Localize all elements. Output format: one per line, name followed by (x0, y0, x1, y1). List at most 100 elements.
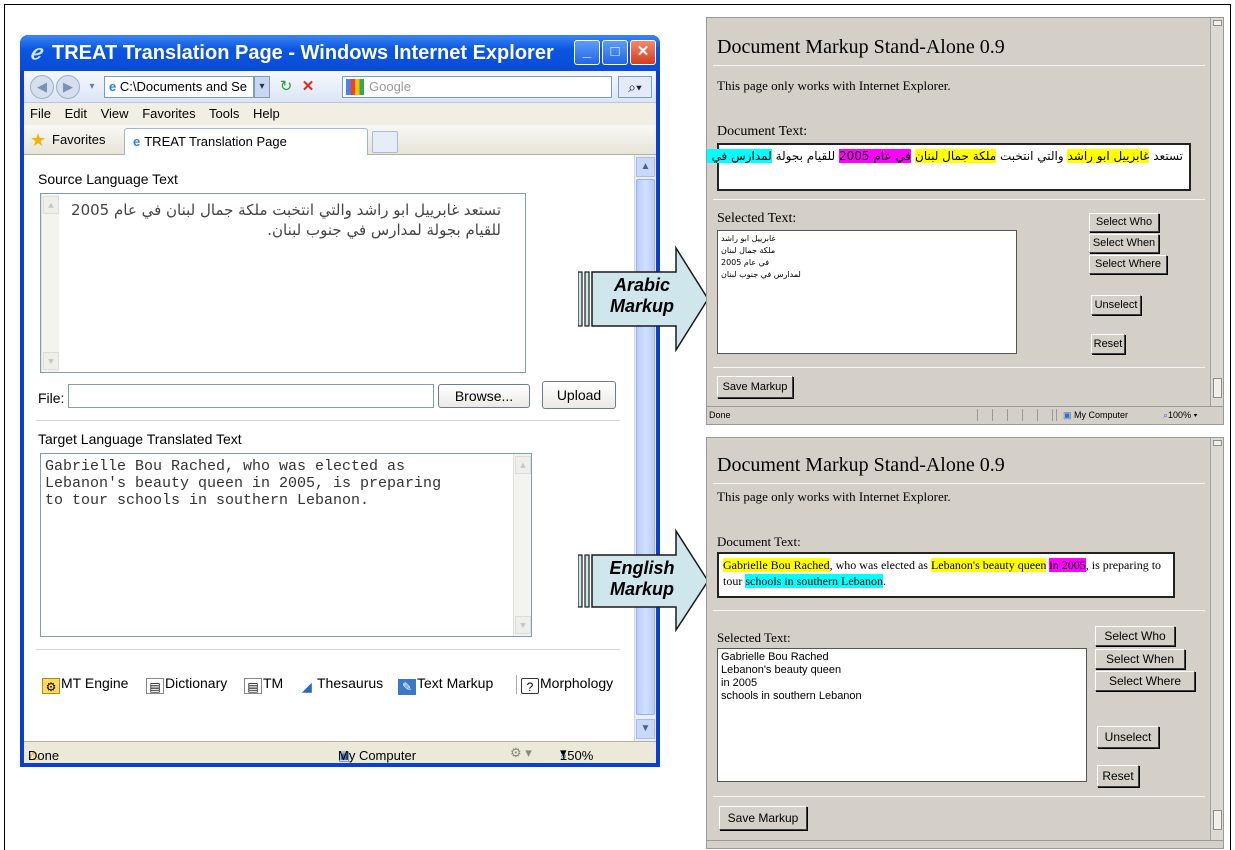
tool-label: MT Engine (61, 675, 129, 691)
target-text: Gabrielle Bou Rached, who was elected as… (45, 458, 442, 509)
menu-edit[interactable]: Edit (65, 106, 87, 121)
divider (713, 796, 1205, 797)
selected-item[interactable]: ملكة جمال لبنان (721, 245, 1013, 257)
close-button[interactable]: ✕ (630, 40, 656, 65)
panel-zoom-level: 100% (1168, 410, 1192, 420)
select-where-button[interactable]: Select Where (1089, 255, 1167, 274)
selected-text-label: Selected Text: (717, 211, 797, 226)
zoom-control[interactable]: ⌕ 150% ▾ (560, 745, 593, 763)
select-when-button[interactable]: Select When (1095, 649, 1185, 669)
ie-window: ℯ TREAT Translation Page - Windows Intern… (20, 35, 660, 767)
thesaurus-tool[interactable]: ◢ Thesaurus (298, 675, 383, 695)
search-icon[interactable]: ⌕▾ (618, 76, 652, 98)
address-input[interactable]: e C:\Documents and Se (104, 76, 254, 98)
panel-zoom[interactable]: ⌕100% ▾ (1163, 410, 1197, 421)
selected-text-label: Selected Text: (717, 630, 791, 645)
menu-file[interactable]: File (30, 106, 51, 121)
arabic-markup-panel: Document Markup Stand-Alone 0.9 This pag… (706, 17, 1224, 425)
ie-notice: This page only works with Internet Explo… (717, 489, 951, 504)
scroll-up-icon[interactable] (1213, 20, 1222, 26)
text-segment: للقيام بجولة (771, 149, 839, 163)
scroll-down-icon[interactable]: ▼ (515, 616, 531, 634)
document-text-box[interactable]: تستعد غابرييل ابو راشد والتي انتخبت ملكة… (707, 143, 1191, 191)
nav-dropdown-icon[interactable]: ▾ (82, 77, 102, 97)
protected-mode-icon[interactable]: ⚙ ▾ (510, 745, 532, 761)
tm-tool[interactable]: ▤ TM (244, 675, 283, 694)
search-input[interactable]: Google (342, 76, 612, 98)
document-text-box[interactable]: Gabrielle Bou Rached, who was elected as… (717, 552, 1175, 598)
panel-status-bar (707, 840, 1223, 848)
page-scrollbar[interactable]: ▲ ▼ (634, 155, 656, 741)
panel-scrollbar[interactable] (1210, 438, 1223, 848)
scroll-up-icon[interactable]: ▲ (515, 456, 531, 474)
save-markup-button[interactable]: Save Markup (719, 806, 807, 830)
reset-button[interactable]: Reset (1091, 334, 1125, 354)
text-markup-tool[interactable]: ✎ Text Markup (398, 675, 493, 695)
zoom-level: 150% (560, 748, 594, 763)
tm-icon: ▤ (244, 678, 262, 694)
new-tab-button[interactable] (372, 131, 398, 153)
minimize-button[interactable]: _ (574, 40, 600, 65)
arrow-line1: Arabic (613, 275, 671, 295)
mt-engine-tool[interactable]: ⚙ MT Engine (42, 675, 128, 694)
scroll-up-icon[interactable]: ▲ (636, 157, 655, 177)
selected-item[interactable]: غابرييل ابو راشد (721, 233, 1013, 245)
panel-scrollbar[interactable] (1210, 18, 1223, 406)
tab-treat[interactable]: e TREAT Translation Page (124, 128, 368, 155)
stop-icon[interactable]: ✕ (298, 77, 318, 97)
arrow-line1: English (609, 558, 675, 578)
selected-text-box[interactable]: غابرييل ابو راشد ملكة جمال لبنان في عام 20… (717, 230, 1017, 354)
select-who-button[interactable]: Select Who (1089, 213, 1159, 232)
morphology-tool[interactable]: ? Morphology (516, 675, 613, 694)
target-textarea[interactable]: Gabrielle Bou Rached, who was elected as… (40, 453, 532, 637)
highlighted-segment: لمدارس في جنوب لبنان (707, 149, 772, 163)
selected-text-box[interactable]: Gabrielle Bou Rached Lebanon's beauty que… (717, 648, 1087, 782)
panel-status-zone: ▣ My Computer (1063, 410, 1128, 421)
file-path-input[interactable] (68, 384, 434, 408)
menu-help[interactable]: Help (253, 106, 280, 121)
scroll-down-icon[interactable]: ▼ (43, 352, 59, 370)
target-scrollbar[interactable]: ▲ ▼ (513, 454, 531, 636)
menu-view[interactable]: View (101, 106, 129, 121)
divider (713, 483, 1205, 484)
upload-button[interactable]: Upload (542, 381, 616, 409)
menu-favorites[interactable]: Favorites (142, 106, 195, 121)
refresh-icon[interactable]: ↻ (276, 77, 296, 97)
scroll-up-icon[interactable]: ▲ (43, 196, 59, 214)
dictionary-tool[interactable]: ▤ Dictionary (146, 675, 227, 694)
browse-button[interactable]: Browse... (438, 384, 530, 408)
favorites-button[interactable]: Favorites (52, 132, 105, 147)
address-bar: ◀ ▶ ▾ e C:\Documents and Se ▾ ↻ ✕ Google… (24, 71, 656, 103)
reset-button[interactable]: Reset (1097, 765, 1139, 787)
tool-label: Morphology (540, 675, 614, 691)
source-textarea[interactable]: تستعد غابرييل ابو راشد والتي انتخبت ملكة… (40, 193, 526, 373)
selected-item[interactable]: في عام 2005 (721, 257, 1013, 269)
scroll-up-icon[interactable] (1213, 440, 1222, 446)
highlighted-segment: schools in southern Lebanon (745, 574, 883, 588)
highlighted-segment: in 2005 (1049, 558, 1086, 572)
page-icon: e (109, 79, 117, 94)
mt-engine-icon: ⚙ (42, 678, 60, 694)
favorites-bar: ★ Favorites e TREAT Translation Page (24, 125, 656, 155)
selected-item[interactable]: in 2005 (721, 677, 1083, 690)
scroll-thumb[interactable] (1213, 810, 1222, 830)
maximize-button[interactable]: □ (602, 40, 628, 65)
forward-icon[interactable]: ▶ (56, 75, 80, 99)
selected-item[interactable]: Gabrielle Bou Rached (721, 651, 1083, 664)
selected-item[interactable]: لمدارس في جنوب لبنان (721, 269, 1013, 281)
ie-body: ◀ ▶ ▾ e C:\Documents and Se ▾ ↻ ✕ Google… (24, 71, 656, 763)
address-dropdown-icon[interactable]: ▾ (254, 76, 270, 98)
select-who-button[interactable]: Select Who (1095, 626, 1175, 646)
selected-item[interactable]: schools in southern Lebanon (721, 690, 1083, 703)
menu-tools[interactable]: Tools (209, 106, 239, 121)
selected-item[interactable]: Lebanon's beauty queen (721, 664, 1083, 677)
back-icon[interactable]: ◀ (30, 75, 54, 99)
save-markup-button[interactable]: Save Markup (717, 376, 793, 398)
select-where-button[interactable]: Select Where (1095, 671, 1195, 691)
source-scrollbar[interactable]: ▲ ▼ (41, 194, 59, 372)
unselect-button[interactable]: Unselect (1097, 726, 1159, 748)
scroll-down-icon[interactable]: ▼ (636, 719, 655, 739)
select-when-button[interactable]: Select When (1089, 234, 1159, 253)
unselect-button[interactable]: Unselect (1091, 295, 1141, 315)
scroll-thumb[interactable] (1213, 378, 1222, 398)
